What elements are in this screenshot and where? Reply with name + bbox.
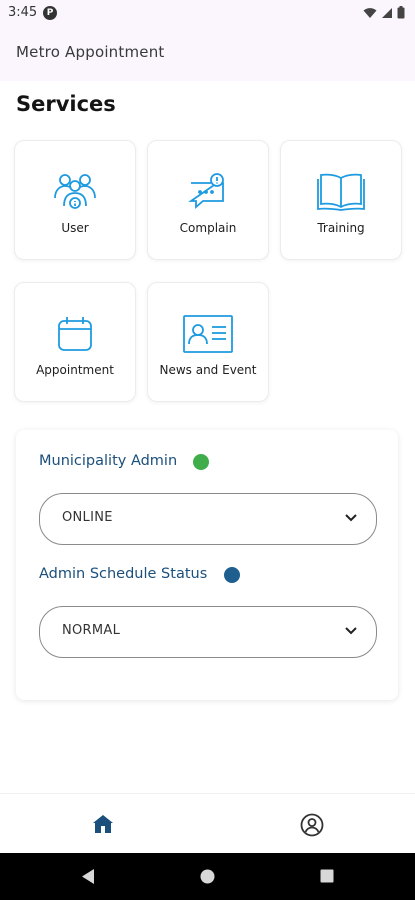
service-label: Complain <box>179 221 237 235</box>
services-title: Services <box>16 92 116 116</box>
profile-icon <box>300 813 324 837</box>
recent-apps-icon[interactable] <box>320 869 334 883</box>
back-icon[interactable] <box>80 868 96 885</box>
chevron-down-icon <box>345 627 357 635</box>
service-label: News and Event <box>159 363 257 377</box>
battery-icon <box>397 6 405 19</box>
app-bar: Metro Appointment <box>0 26 415 81</box>
status-bar: 3:45 P <box>0 0 415 26</box>
status-icons <box>363 6 405 19</box>
bottom-nav <box>0 793 415 854</box>
home-icon <box>93 815 113 833</box>
municipality-status-dropdown[interactable]: ONLINE <box>39 493 377 545</box>
schedule-status-dropdown[interactable]: NORMAL <box>39 606 377 658</box>
calendar-icon <box>56 313 94 355</box>
service-tile-complain[interactable]: Complain <box>147 140 269 260</box>
service-label: User <box>61 221 89 235</box>
service-label: Appointment <box>36 363 114 377</box>
nav-home[interactable] <box>92 814 114 838</box>
home-circle-icon[interactable] <box>200 869 215 884</box>
app-title: Metro Appointment <box>16 43 165 61</box>
service-tile-appointment[interactable]: Appointment <box>14 282 136 402</box>
service-label: Training <box>317 221 365 235</box>
status-time: 3:45 <box>8 5 38 20</box>
users-icon <box>51 171 99 213</box>
book-icon <box>316 171 366 213</box>
municipality-status-dot <box>193 454 209 470</box>
service-tile-training[interactable]: Training <box>280 140 402 260</box>
notification-icon: P <box>43 6 57 20</box>
wifi-icon <box>363 7 377 18</box>
nav-profile[interactable] <box>300 813 324 841</box>
complain-chat-icon <box>187 171 229 213</box>
service-tile-user[interactable]: User <box>14 140 136 260</box>
municipality-admin-label: Municipality Admin <box>39 453 178 469</box>
id-card-icon <box>182 313 234 355</box>
dropdown-value: NORMAL <box>62 623 121 638</box>
service-tile-news-event[interactable]: News and Event <box>147 282 269 402</box>
admin-status-card: Municipality Admin ONLINE Admin Schedule… <box>16 430 398 700</box>
signal-icon <box>382 7 392 18</box>
chevron-down-icon <box>345 514 357 522</box>
system-nav-bar <box>0 853 415 900</box>
schedule-status-dot <box>224 567 240 583</box>
dropdown-value: ONLINE <box>62 510 113 525</box>
schedule-status-label: Admin Schedule Status <box>39 566 208 582</box>
